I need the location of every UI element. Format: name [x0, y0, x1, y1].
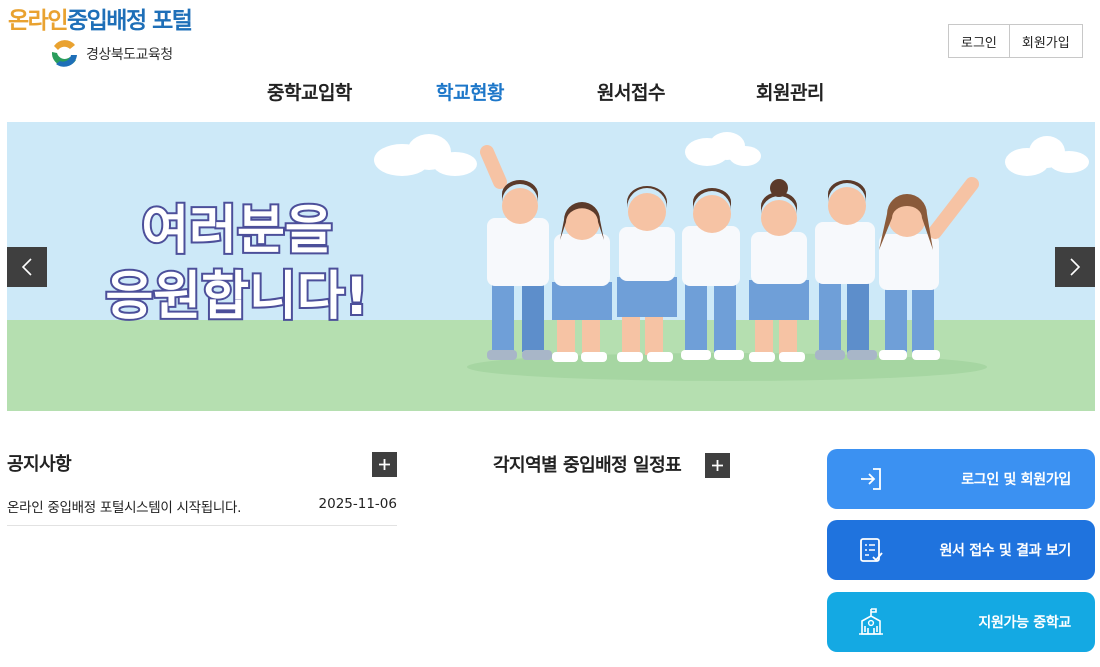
chevron-left-icon — [21, 258, 32, 276]
quick-link-login-signup[interactable]: 로그인 및 회원가입 — [827, 449, 1095, 509]
banner-slogan-line2: 응원합니다! — [106, 267, 369, 327]
nav-item-application[interactable]: 원서접수 — [597, 78, 665, 105]
logo-office-name: 경상북도교육청 — [86, 47, 173, 63]
notice-item-title[interactable]: 온라인 중입배정 포털시스템이 시작됩니다. — [7, 496, 241, 516]
notice-item-date: 2025-11-06 — [318, 496, 397, 512]
banner-prev-button[interactable] — [7, 247, 47, 287]
signup-button[interactable]: 회원가입 — [1008, 25, 1082, 57]
quick-link-application-result[interactable]: 원서 접수 및 결과 보기 — [827, 520, 1095, 580]
schedule-title: 각지역별 중입배정 일정표 — [493, 455, 682, 476]
quick-link-label: 로그인 및 회원가입 — [961, 472, 1071, 488]
nav-item-school-status[interactable]: 학교현황 — [436, 78, 504, 105]
main-nav: 중학교입학 학교현황 원서접수 회원관리 — [0, 78, 1100, 108]
login-icon — [861, 468, 881, 490]
office-emblem-icon — [51, 40, 77, 67]
notice-item[interactable]: 온라인 중입배정 포털시스템이 시작됩니다. 2025-11-06 — [7, 490, 397, 526]
notice-title: 공지사항 — [7, 454, 72, 475]
schedule-more-button[interactable] — [705, 453, 730, 478]
logo-title-part2: 중입배정 포털 — [66, 8, 193, 34]
notice-section: 공지사항 온라인 중입배정 포털시스템이 시작됩니다. 2025-11-06 — [7, 450, 397, 526]
login-button[interactable]: 로그인 — [949, 25, 1009, 57]
auth-links: 로그인 회원가입 — [948, 24, 1083, 58]
site-logo[interactable]: 온라인중입배정 포털 경상북도교육청 — [8, 6, 208, 72]
nav-item-member-management[interactable]: 회원관리 — [756, 78, 824, 105]
school-icon — [859, 608, 883, 635]
logo-title: 온라인중입배정 포털 — [8, 6, 193, 36]
quick-link-available-schools[interactable]: 지원가능 중학교 — [827, 592, 1095, 652]
notice-more-button[interactable] — [372, 452, 397, 477]
banner-slogan-line1: 여러분을 — [141, 201, 332, 261]
plus-icon — [379, 459, 390, 470]
quick-link-label: 원서 접수 및 결과 보기 — [939, 543, 1071, 559]
banner-next-button[interactable] — [1055, 247, 1095, 287]
banner-slogan: 여러분을 응원합니다! — [104, 199, 371, 329]
notice-list: 온라인 중입배정 포털시스템이 시작됩니다. 2025-11-06 — [7, 490, 397, 526]
plus-icon — [712, 460, 723, 471]
quick-link-label: 지원가능 중학교 — [978, 615, 1071, 631]
main-banner: 여러분을 응원합니다! — [7, 122, 1095, 411]
schedule-section: 각지역별 중입배정 일정표 — [493, 451, 733, 481]
chevron-right-icon — [1070, 258, 1081, 276]
document-check-icon — [860, 538, 883, 562]
nav-item-middle-school-admission[interactable]: 중학교입학 — [267, 78, 352, 105]
logo-title-part1: 온라인 — [8, 8, 68, 34]
